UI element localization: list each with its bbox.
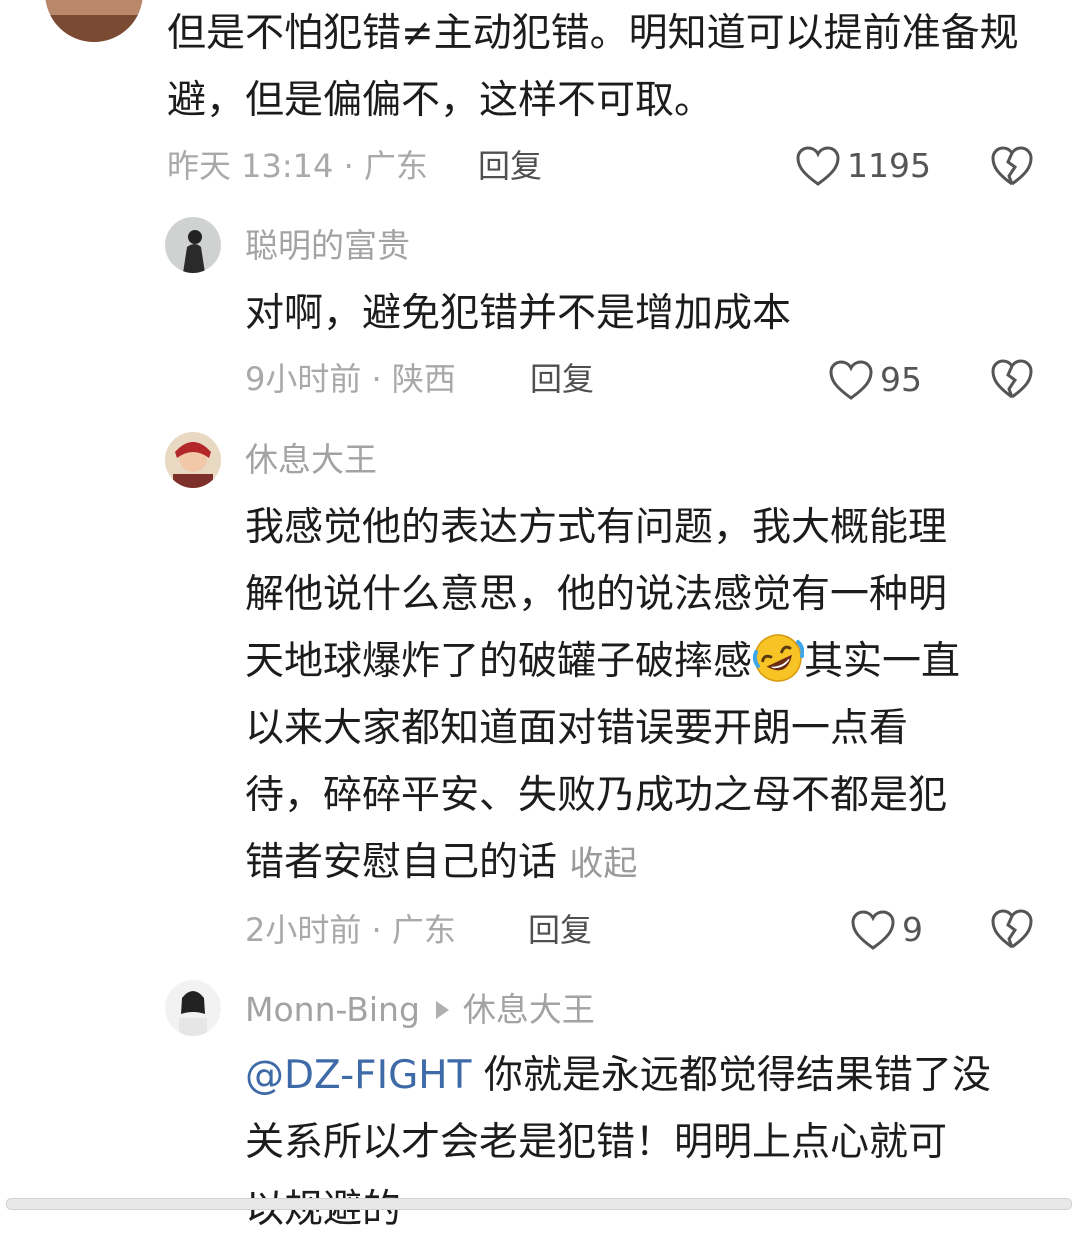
comment-line: 错者安慰自己的话 收起 [245, 829, 1045, 898]
triangle-right-icon [435, 1001, 449, 1019]
like-count: 95 [880, 360, 922, 399]
avatar[interactable] [165, 432, 221, 488]
comment-line: 以来大家都知道面对错误要开朗一点看 [245, 706, 909, 751]
reply-button[interactable]: 回复 [478, 146, 542, 186]
avatar[interactable] [45, 0, 143, 42]
like-count: 1195 [847, 146, 931, 185]
comment-line-part: 天地球爆炸了的破罐子破摔感 [245, 639, 753, 684]
collapse-link[interactable]: 收起 [569, 844, 637, 884]
avatar[interactable] [165, 980, 221, 1036]
like-button[interactable]: 95 [828, 357, 922, 403]
reply-to-username[interactable]: 休息大王 [463, 990, 595, 1029]
comment-time-location: 昨天 13:14 · 广东 [167, 147, 428, 185]
dislike-button[interactable] [990, 908, 1034, 952]
comment-line-part: 其实一直 [804, 639, 961, 684]
heart-outline-icon [795, 145, 841, 187]
comment-text: 我感觉他的表达方式有问题，我大概能理 解他说什么意思，他的说法感觉有一种明 天地… [245, 494, 1045, 898]
comment-line-part: 你就是永远都觉得结果错了没 [471, 1053, 991, 1098]
username[interactable]: Monn-Bing [245, 990, 420, 1029]
mention-link[interactable]: @DZ-FIGHT [245, 1053, 471, 1098]
comment-line-part: 错者安慰自己的话 [245, 840, 558, 885]
comment-time-location: 9小时前 · 陕西 [245, 360, 456, 398]
username[interactable]: 休息大王 [245, 440, 377, 480]
comment-line: 关系所以才会老是犯错！明明上点心就可 [245, 1120, 948, 1165]
comment-text: @DZ-FIGHT 你就是永远都觉得结果错了没 关系所以才会老是犯错！明明上点心… [245, 1042, 1055, 1243]
like-button[interactable]: 9 [850, 907, 923, 953]
like-count: 9 [902, 910, 923, 949]
broken-heart-icon [991, 909, 1033, 949]
like-button[interactable]: 1195 [795, 143, 931, 189]
comment-line: 待，碎碎平安、失败乃成功之母不都是犯 [245, 773, 948, 818]
broken-heart-icon [991, 359, 1033, 399]
comment-line: 我感觉他的表达方式有问题，我大概能理 [245, 505, 948, 550]
heart-outline-icon [850, 909, 896, 951]
horizontal-scrollbar[interactable] [6, 1198, 1072, 1210]
dislike-button[interactable] [990, 358, 1034, 402]
reply-button[interactable]: 回复 [530, 359, 594, 399]
comment-line: 天地球爆炸了的破罐子破摔感 其实一直 [245, 628, 1045, 695]
heart-outline-icon [828, 359, 874, 401]
dislike-button[interactable] [990, 145, 1034, 189]
comment-text: 对啊，避免犯错并不是增加成本 [245, 291, 792, 336]
rolling-laughing-emoji-icon [752, 632, 805, 684]
broken-heart-icon [991, 146, 1033, 186]
username[interactable]: 聪明的富贵 [245, 226, 410, 266]
comment-line: 解他说什么意思，他的说法感觉有一种明 [245, 572, 948, 617]
reply-button[interactable]: 回复 [528, 910, 592, 950]
comment-text: 但是不怕犯错≠主动犯错。明知道可以提前准备规避，但是偏偏不，这样不可取。 [167, 11, 1019, 123]
comment-time-location: 2小时前 · 广东 [245, 911, 456, 949]
comment-line: @DZ-FIGHT 你就是永远都觉得结果错了没 [245, 1042, 1055, 1109]
avatar[interactable] [165, 217, 221, 273]
reply-header: Monn-Bing 休息大王 [245, 990, 595, 1030]
